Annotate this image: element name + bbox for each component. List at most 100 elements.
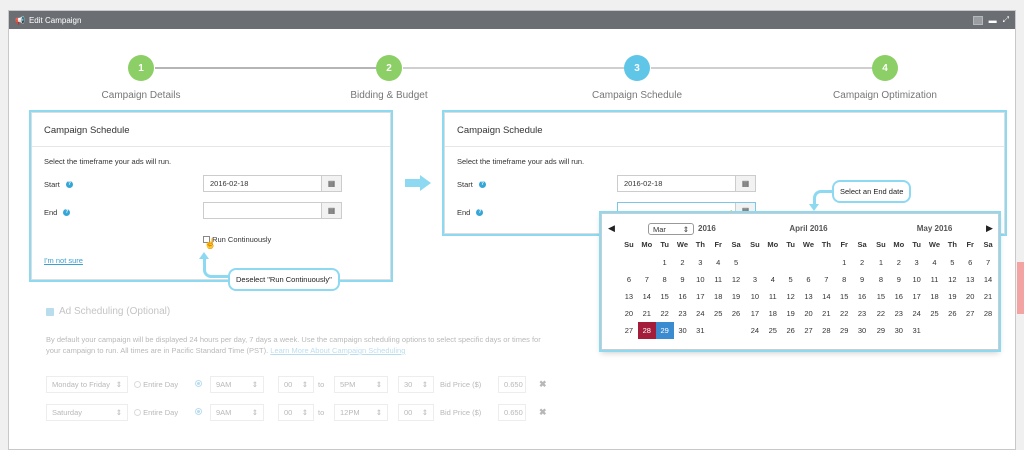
calendar-day[interactable]: 17 (691, 288, 709, 305)
calendar-day[interactable]: 22 (656, 305, 674, 322)
calendar-day[interactable]: 31 (691, 322, 709, 339)
calendar-day[interactable]: 17 (908, 288, 926, 305)
calendar-day[interactable]: 24 (746, 322, 764, 339)
calendar-day[interactable]: 19 (943, 288, 961, 305)
calendar-day[interactable]: 5 (727, 254, 745, 271)
calendar-day[interactable]: 12 (943, 271, 961, 288)
calendar-day[interactable]: 30 (853, 322, 871, 339)
calendar-day[interactable]: 2 (853, 254, 871, 271)
calendar-day[interactable]: 27 (961, 305, 979, 322)
calendar-day[interactable]: 19 (782, 305, 800, 322)
info-icon[interactable]: ? (476, 209, 484, 216)
calendar-day[interactable]: 3 (746, 271, 764, 288)
bid-price-input[interactable]: 0.650 (498, 376, 526, 393)
calendar-day[interactable]: 21 (979, 288, 997, 305)
calendar-day[interactable]: 6 (800, 271, 818, 288)
calendar-day[interactable]: 29 (872, 322, 890, 339)
calendar-day[interactable]: 10 (746, 288, 764, 305)
calendar-day[interactable]: 10 (691, 271, 709, 288)
expand-icon[interactable]: ⤢ (1003, 15, 1009, 25)
calendar-day[interactable]: 22 (835, 305, 853, 322)
from-hour-select[interactable]: 9AM ⇕ (210, 376, 264, 393)
calendar-day[interactable]: 28 (979, 305, 997, 322)
calendar-day[interactable]: 13 (800, 288, 818, 305)
calendar-day[interactable]: 15 (656, 288, 674, 305)
end-date-input[interactable]: ▦ (203, 202, 342, 219)
side-tab[interactable] (1017, 262, 1024, 314)
calendar-day[interactable]: 9 (853, 271, 871, 288)
calendar-day[interactable]: 16 (890, 288, 908, 305)
calendar-day[interactable]: 19 (727, 288, 745, 305)
calendar-day[interactable]: 24 (691, 305, 709, 322)
entire-day-radio[interactable] (134, 381, 141, 388)
calendar-day[interactable]: 11 (926, 271, 944, 288)
custom-time-radio[interactable] (195, 380, 202, 387)
calendar-day[interactable]: 16 (853, 288, 871, 305)
calendar-day[interactable]: 3 (691, 254, 709, 271)
calendar-day[interactable]: 4 (764, 271, 782, 288)
calendar-day[interactable]: 27 (800, 322, 818, 339)
calendar-icon[interactable]: ▦ (735, 176, 755, 191)
not-sure-link[interactable]: I'm not sure (44, 256, 83, 265)
calendar-day[interactable]: 1 (835, 254, 853, 271)
from-minute-select[interactable]: 00 ⇕ (278, 404, 314, 421)
collapse-icon[interactable] (46, 307, 54, 316)
calendar-day[interactable]: 10 (908, 271, 926, 288)
calendar-day[interactable]: 23 (853, 305, 871, 322)
calendar-day[interactable]: 7 (817, 271, 835, 288)
calendar-day[interactable]: 4 (709, 254, 727, 271)
wizard-step-1[interactable]: 1 Campaign Details (41, 55, 241, 101)
calendar-day[interactable]: 21 (638, 305, 656, 322)
calendar-day[interactable]: 31 (908, 322, 926, 339)
calendar-day[interactable]: 18 (709, 288, 727, 305)
info-icon[interactable]: ? (63, 209, 71, 216)
calendar-day[interactable]: 5 (782, 271, 800, 288)
minimize-icon[interactable]: ▬ (989, 16, 997, 25)
ad-scheduling-header[interactable]: Ad Scheduling (Optional) (46, 306, 170, 317)
calendar-day[interactable]: 13 (620, 288, 638, 305)
not-sure-text[interactable]: I'm not sure (44, 256, 83, 265)
calendar-icon[interactable]: ▦ (321, 203, 341, 218)
calendar-day[interactable]: 8 (656, 271, 674, 288)
calendar-day[interactable]: 12 (782, 288, 800, 305)
calendar-icon[interactable]: ▦ (321, 176, 341, 191)
calendar-day[interactable]: 22 (872, 305, 890, 322)
calendar-day[interactable]: 1 (872, 254, 890, 271)
calendar-day[interactable]: 20 (620, 305, 638, 322)
calendar-day[interactable]: 18 (764, 305, 782, 322)
bid-price-input[interactable]: 0.650 (498, 404, 526, 421)
entire-day-option[interactable]: Entire Day (134, 408, 178, 417)
calendar-day[interactable]: 20 (800, 305, 818, 322)
calendar-day[interactable]: 25 (926, 305, 944, 322)
to-minute-select[interactable]: 30 ⇕ (398, 376, 434, 393)
to-hour-select[interactable]: 5PM ⇕ (334, 376, 388, 393)
calendar-day[interactable]: 26 (782, 322, 800, 339)
calendar-day[interactable]: 20 (961, 288, 979, 305)
wizard-step-2[interactable]: 2 Bidding & Budget (289, 55, 489, 101)
color-swatch-icon[interactable] (972, 15, 983, 25)
calendar-day[interactable]: 1 (656, 254, 674, 271)
calendar-day[interactable]: 2 (674, 254, 692, 271)
calendar-day[interactable]: 25 (764, 322, 782, 339)
from-minute-select[interactable]: 00 ⇕ (278, 376, 314, 393)
calendar-day[interactable]: 9 (890, 271, 908, 288)
learn-more-link[interactable]: Learn More About Campaign Scheduling (270, 346, 405, 355)
to-hour-select[interactable]: 12PM ⇕ (334, 404, 388, 421)
calendar-day[interactable]: 29 (835, 322, 853, 339)
calendar-day[interactable]: 30 (890, 322, 908, 339)
remove-row-icon[interactable]: ✖ (539, 407, 547, 418)
days-select[interactable]: Monday to Friday ⇕ (46, 376, 128, 393)
calendar-day[interactable]: 29 (655, 322, 674, 339)
calendar-day[interactable]: 8 (835, 271, 853, 288)
calendar-day[interactable]: 17 (746, 305, 764, 322)
calendar-day[interactable]: 24 (908, 305, 926, 322)
calendar-day[interactable]: 11 (709, 271, 727, 288)
info-icon[interactable]: ? (478, 181, 486, 188)
to-minute-select[interactable]: 00 ⇕ (398, 404, 434, 421)
calendar-day[interactable]: 6 (620, 271, 638, 288)
remove-row-icon[interactable]: ✖ (539, 379, 547, 390)
wizard-step-3[interactable]: 3 Campaign Schedule (537, 55, 737, 101)
start-date-input[interactable]: 2016-02-18 ▦ (617, 175, 756, 192)
calendar-day[interactable]: 15 (872, 288, 890, 305)
calendar-day[interactable]: 18 (926, 288, 944, 305)
